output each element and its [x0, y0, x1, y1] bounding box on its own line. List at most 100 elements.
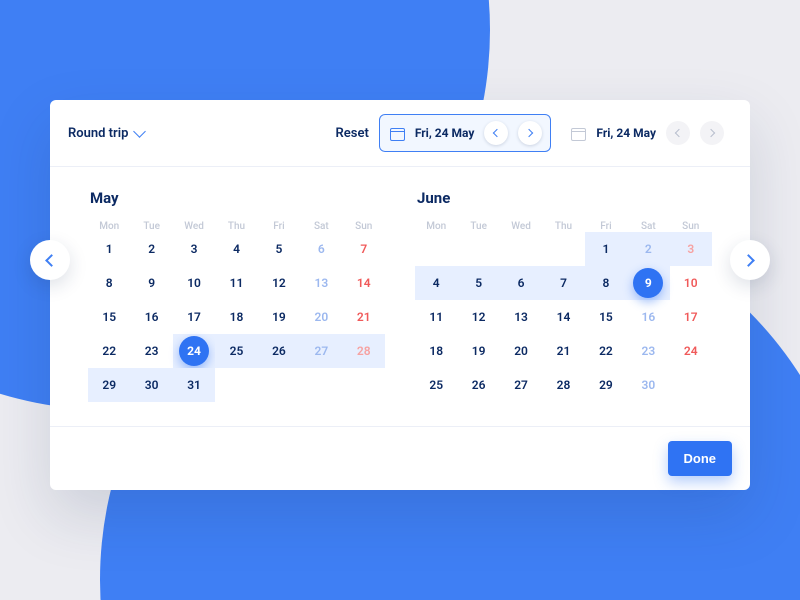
day-cell[interactable]: 18: [415, 334, 457, 368]
day-cell[interactable]: 15: [585, 300, 627, 334]
day-cell[interactable]: 3: [670, 232, 712, 266]
day-cell[interactable]: 25: [415, 368, 457, 402]
dow-label: Wed: [500, 221, 542, 232]
return-next-button[interactable]: [700, 121, 724, 145]
next-month-button[interactable]: [730, 240, 770, 280]
day-cell[interactable]: 1: [585, 232, 627, 266]
day-cell[interactable]: 23: [130, 334, 172, 368]
day-cell[interactable]: 21: [343, 300, 385, 334]
reset-button[interactable]: Reset: [336, 126, 369, 141]
day-cell[interactable]: 4: [415, 266, 457, 300]
prev-month-button[interactable]: [30, 240, 70, 280]
day-cell[interactable]: 20: [300, 300, 342, 334]
day-cell[interactable]: 19: [258, 300, 300, 334]
dow-label: Fri: [585, 221, 627, 232]
day-cell[interactable]: 2: [130, 232, 172, 266]
day-cell[interactable]: 29: [88, 368, 130, 402]
day-cell[interactable]: 24: [670, 334, 712, 368]
day-cell[interactable]: 28: [343, 334, 385, 368]
day-cell[interactable]: 18: [215, 300, 257, 334]
dow-label: Sun: [670, 221, 712, 232]
day-cell[interactable]: 17: [670, 300, 712, 334]
depart-prev-button[interactable]: [484, 121, 508, 145]
day-cell[interactable]: 30: [627, 368, 669, 402]
day-cell[interactable]: 19: [457, 334, 499, 368]
day-cell[interactable]: 31: [173, 368, 215, 402]
day-cell[interactable]: 5: [457, 266, 499, 300]
day-cell[interactable]: 22: [88, 334, 130, 368]
day-cell[interactable]: 16: [627, 300, 669, 334]
day-cell[interactable]: 30: [130, 368, 172, 402]
dow-label: Tue: [130, 221, 172, 232]
day-cell[interactable]: 6: [500, 266, 542, 300]
calendar-icon: [390, 126, 405, 141]
dow-label: Tue: [457, 221, 499, 232]
dow-label: Sat: [627, 221, 669, 232]
day-cell[interactable]: 26: [258, 334, 300, 368]
day-cell[interactable]: 15: [88, 300, 130, 334]
day-cell[interactable]: 14: [542, 300, 584, 334]
done-button[interactable]: Done: [668, 441, 733, 476]
day-cell[interactable]: 5: [258, 232, 300, 266]
depart-date-chip[interactable]: Fri, 24 May: [379, 114, 552, 152]
dow-label: Fri: [258, 221, 300, 232]
day-cell[interactable]: 28: [542, 368, 584, 402]
depart-next-button[interactable]: [518, 121, 542, 145]
chevron-down-icon: [134, 125, 147, 138]
day-grid: 1234567891011121314151617181920212223242…: [415, 232, 712, 402]
day-cell[interactable]: 16: [130, 300, 172, 334]
dow-label: Mon: [88, 221, 130, 232]
day-cell[interactable]: 4: [215, 232, 257, 266]
dow-label: Wed: [173, 221, 215, 232]
dow-label: Sat: [300, 221, 342, 232]
return-prev-button[interactable]: [666, 121, 690, 145]
day-cell[interactable]: 6: [300, 232, 342, 266]
dow-row: MonTueWedThuFriSatSun: [88, 221, 385, 232]
day-cell[interactable]: 21: [542, 334, 584, 368]
chevron-right-icon: [707, 129, 715, 137]
day-cell[interactable]: 8: [585, 266, 627, 300]
day-cell[interactable]: 27: [500, 368, 542, 402]
day-cell[interactable]: 29: [585, 368, 627, 402]
month-may: May MonTueWedThuFriSatSun 12345678910111…: [88, 187, 385, 426]
day-cell[interactable]: 12: [457, 300, 499, 334]
return-date-chip[interactable]: Fri, 24 May: [561, 115, 732, 151]
dow-label: Thu: [215, 221, 257, 232]
day-cell[interactable]: 23: [627, 334, 669, 368]
dow-label: Mon: [415, 221, 457, 232]
trip-type-dropdown[interactable]: Round trip: [68, 126, 144, 141]
date-picker-card: Round trip Reset Fri, 24 May Fri, 24 May…: [50, 100, 750, 490]
day-cell[interactable]: 10: [670, 266, 712, 300]
day-cell[interactable]: 27: [300, 334, 342, 368]
day-cell[interactable]: 3: [173, 232, 215, 266]
depart-date-label: Fri, 24 May: [415, 126, 475, 140]
header-right: Reset Fri, 24 May Fri, 24 May: [336, 114, 732, 152]
day-cell[interactable]: 17: [173, 300, 215, 334]
day-cell[interactable]: 7: [542, 266, 584, 300]
day-grid: 1234567891011121314151617181920212223242…: [88, 232, 385, 402]
day-cell[interactable]: 20: [500, 334, 542, 368]
day-cell[interactable]: 24: [173, 334, 215, 368]
day-cell[interactable]: 8: [88, 266, 130, 300]
trip-type-label: Round trip: [68, 126, 128, 141]
day-cell[interactable]: 2: [627, 232, 669, 266]
day-cell[interactable]: 7: [343, 232, 385, 266]
chevron-left-icon: [493, 129, 501, 137]
day-cell[interactable]: 14: [343, 266, 385, 300]
day-cell[interactable]: 11: [215, 266, 257, 300]
chevron-left-icon: [675, 129, 683, 137]
chevron-left-icon: [45, 254, 58, 267]
day-cell[interactable]: 12: [258, 266, 300, 300]
chevron-right-icon: [525, 129, 533, 137]
day-cell[interactable]: 10: [173, 266, 215, 300]
month-june: June MonTueWedThuFriSatSun 1234567891011…: [415, 187, 712, 426]
day-cell[interactable]: 9: [627, 266, 669, 300]
day-cell[interactable]: 25: [215, 334, 257, 368]
day-cell[interactable]: 13: [300, 266, 342, 300]
day-cell[interactable]: 9: [130, 266, 172, 300]
day-cell[interactable]: 26: [457, 368, 499, 402]
day-cell[interactable]: 11: [415, 300, 457, 334]
day-cell[interactable]: 1: [88, 232, 130, 266]
day-cell[interactable]: 13: [500, 300, 542, 334]
day-cell[interactable]: 22: [585, 334, 627, 368]
